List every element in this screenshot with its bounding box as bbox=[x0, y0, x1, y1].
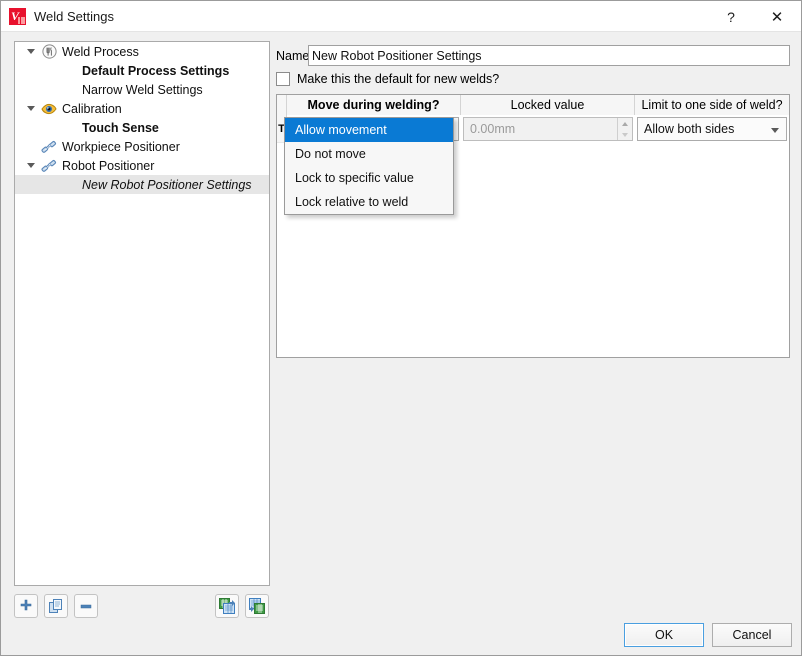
name-label: Name bbox=[276, 49, 310, 63]
tree-indent-spacer bbox=[43, 61, 59, 80]
weld-app-icon: V bbox=[9, 8, 26, 25]
cell-locked-value: 0.00mm bbox=[461, 115, 635, 143]
positioner-icon bbox=[39, 137, 59, 156]
tree-item-label: Narrow Weld Settings bbox=[82, 82, 203, 97]
add-button[interactable] bbox=[14, 594, 38, 618]
table-header-locked-value[interactable]: Locked value bbox=[461, 95, 635, 115]
locked-value-spinbox[interactable]: 0.00mm bbox=[463, 117, 633, 141]
dropdown-option[interactable]: Lock relative to weld bbox=[285, 190, 453, 214]
tree-indent-spacer bbox=[43, 118, 59, 137]
default-checkbox-row[interactable]: Make this the default for new welds? bbox=[276, 72, 499, 86]
copy-button[interactable] bbox=[44, 594, 68, 618]
cancel-button[interactable]: Cancel bbox=[712, 623, 792, 647]
tree-item-touch-sense[interactable]: Touch Sense bbox=[15, 118, 269, 137]
import-button[interactable] bbox=[215, 594, 239, 618]
weld-process-icon bbox=[39, 42, 59, 61]
tree-item-calibration[interactable]: Calibration bbox=[15, 99, 269, 118]
tree-item-label: Workpiece Positioner bbox=[62, 139, 180, 154]
title-bar: V Weld Settings ? ✕ bbox=[1, 1, 801, 32]
chevron-down-icon bbox=[771, 128, 779, 133]
default-checkbox[interactable] bbox=[276, 72, 290, 86]
cell-limit-one-side: Allow both sides bbox=[635, 115, 789, 143]
locked-value-text: 0.00mm bbox=[470, 122, 516, 136]
table-header-limit-one-side[interactable]: Limit to one side of weld? bbox=[635, 95, 789, 115]
spinbox-buttons[interactable] bbox=[617, 118, 632, 140]
spinbox-down-icon[interactable] bbox=[618, 129, 632, 140]
duplicate-icon bbox=[48, 598, 62, 613]
tree-item-label: Weld Process bbox=[62, 44, 139, 59]
tree-item-new-robot-positioner-settings[interactable]: New Robot Positioner Settings bbox=[15, 175, 269, 194]
tree-item-default-process-settings[interactable]: Default Process Settings bbox=[15, 61, 269, 80]
tree-indent-spacer bbox=[23, 137, 39, 156]
tree-item-label: Touch Sense bbox=[82, 120, 159, 135]
tree-item-label: Default Process Settings bbox=[82, 63, 230, 78]
ok-button[interactable]: OK bbox=[624, 623, 704, 647]
minus-icon bbox=[80, 604, 92, 609]
default-checkbox-label: Make this the default for new welds? bbox=[297, 72, 500, 86]
name-input[interactable] bbox=[308, 45, 790, 66]
import-spreadsheet-icon bbox=[219, 598, 235, 614]
dropdown-option[interactable]: Allow movement bbox=[285, 118, 453, 142]
dropdown-option[interactable]: Do not move bbox=[285, 142, 453, 166]
table-header-row: Move during welding? Locked value Limit … bbox=[277, 95, 789, 115]
positioner-icon bbox=[41, 159, 57, 172]
export-button[interactable] bbox=[245, 594, 269, 618]
help-button[interactable]: ? bbox=[709, 1, 753, 32]
tree-indent-spacer bbox=[43, 80, 59, 99]
calibration-eye-icon bbox=[39, 99, 59, 118]
positioner-icon bbox=[41, 140, 57, 153]
expand-arrow-icon[interactable] bbox=[23, 156, 39, 175]
tree-item-workpiece-positioner[interactable]: Workpiece Positioner bbox=[15, 137, 269, 156]
tree-indent-spacer bbox=[43, 175, 59, 194]
calibration-eye-icon bbox=[41, 103, 57, 114]
limit-one-side-value: Allow both sides bbox=[644, 122, 735, 136]
tree-item-narrow-weld-settings[interactable]: Narrow Weld Settings bbox=[15, 80, 269, 99]
expand-arrow-icon[interactable] bbox=[23, 99, 39, 118]
tree-icon-spacer bbox=[59, 175, 79, 194]
tree-icon-spacer bbox=[59, 80, 79, 99]
export-spreadsheet-icon bbox=[249, 598, 265, 614]
tree-item-label: New Robot Positioner Settings bbox=[82, 177, 252, 192]
tree-item-label: Calibration bbox=[62, 101, 122, 116]
window-title: Weld Settings bbox=[34, 9, 114, 24]
weld-process-icon bbox=[41, 44, 57, 59]
table-header-move-during-welding[interactable]: Move during welding? bbox=[287, 95, 461, 115]
settings-tree[interactable]: Weld Process Default Process Settings Narr… bbox=[14, 41, 270, 586]
close-button[interactable]: ✕ bbox=[755, 1, 799, 32]
limit-one-side-combo[interactable]: Allow both sides bbox=[637, 117, 787, 141]
remove-button[interactable] bbox=[74, 594, 98, 618]
weld-settings-dialog: V Weld Settings ? ✕ Weld Process Default … bbox=[0, 0, 802, 656]
tree-item-robot-positioner[interactable]: Robot Positioner bbox=[15, 156, 269, 175]
move-during-welding-dropdown-list[interactable]: Allow movement Do not move Lock to specifi… bbox=[284, 117, 454, 215]
app-icon-dots bbox=[18, 17, 25, 24]
dropdown-option[interactable]: Lock to specific value bbox=[285, 166, 453, 190]
expand-arrow-icon[interactable] bbox=[23, 42, 39, 61]
plus-icon bbox=[20, 599, 32, 611]
spinbox-up-icon[interactable] bbox=[618, 118, 632, 129]
positioner-icon bbox=[39, 156, 59, 175]
table-header-corner[interactable] bbox=[277, 95, 287, 115]
tree-icon-spacer bbox=[59, 61, 79, 80]
tree-icon-spacer bbox=[59, 118, 79, 137]
tree-item-weld-process[interactable]: Weld Process bbox=[15, 42, 269, 61]
tree-item-label: Robot Positioner bbox=[62, 158, 155, 173]
